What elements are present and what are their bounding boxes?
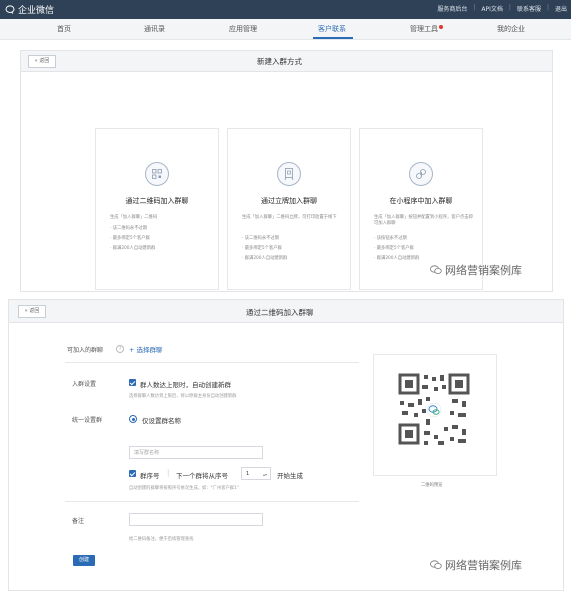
seq-number-input[interactable]: 1 ▴▾ (241, 467, 271, 480)
back-button[interactable]: « 返回 (18, 305, 46, 318)
card-bullet: · 该二维码永不过期 (110, 226, 148, 231)
divider: | (167, 469, 170, 477)
divider: | (546, 4, 549, 11)
page-title: 通过二维码加入群聊 (246, 308, 314, 317)
qr-preview-box (373, 354, 497, 476)
seq-hint: 自动创建的群聊将按照序号依次生成，如："广州客户群1" (129, 486, 239, 491)
link-logout[interactable]: 退出 (555, 4, 567, 13)
option-card-standee[interactable]: 通过立牌加入群聊 生成「加入群聊」二维码立牌，可打印放置于线下 · 该二维码永不… (227, 128, 351, 290)
miniprogram-icon (409, 162, 433, 186)
group-name-input[interactable]: 填写群名称 (129, 446, 263, 459)
watermark: 网络营销案例库 (430, 557, 522, 573)
help-icon[interactable]: ? (116, 345, 124, 353)
qr-caption: 二维码预览 (421, 483, 443, 488)
seq-start-label: 开始生成 (277, 472, 303, 480)
watermark: 网络营销案例库 (430, 262, 522, 278)
link-contact-support[interactable]: 联系客服 (517, 4, 541, 13)
nav-customer-contact[interactable]: 客户联系 (318, 24, 346, 34)
remark-label: 备注 (72, 518, 85, 525)
divider (65, 362, 359, 363)
seq-label: 群序号 (140, 472, 160, 480)
top-bar: 企业微信 服务商后台 | API文档 | 联系客服 | 退出 (0, 0, 571, 19)
nav-home[interactable]: 首页 (57, 24, 71, 34)
only-name-label: 仅设置群名称 (142, 417, 181, 425)
stepper-arrows-icon[interactable]: ▴▾ (263, 468, 267, 481)
card-title: 通过二维码加入群聊 (125, 197, 189, 205)
new-join-method-panel: « 返回 新建入群方式 通过二维码加入群聊 生成「加入群聊」二维码 · 该二维码… (20, 50, 553, 292)
watermark-text: 网络营销案例库 (445, 264, 522, 277)
wecom-logo-icon (5, 5, 15, 14)
card-bullet: · 最多绑定5个客户群 (242, 246, 282, 251)
join-setting-label: 入群设置 (72, 381, 97, 388)
nav-apps[interactable]: 应用管理 (229, 24, 257, 34)
notification-dot (439, 25, 443, 29)
top-links: 服务商后台 | API文档 | 联系客服 | 退出 (437, 4, 567, 13)
card-desc: 生成「加入群聊」按钮并配置到小程序，客户点击即可加入群聊 (374, 215, 473, 227)
divider: | (508, 4, 511, 11)
create-button[interactable]: 创建 (73, 555, 95, 566)
auto-create-label: 群人数达上限时，自动创建新群 (140, 381, 231, 389)
unify-setting-label: 统一设置群 (72, 417, 103, 424)
card-bullet: · 群满200人自动建新群 (374, 256, 420, 261)
standee-icon (277, 162, 301, 186)
remark-input[interactable] (129, 513, 263, 526)
card-bullet: · 群满200人自动建新群 (110, 246, 156, 251)
card-title: 在小程序中加入群聊 (389, 197, 453, 205)
link-api-docs[interactable]: API文档 (481, 4, 503, 13)
panel-header: « 返回 新建入群方式 (21, 51, 552, 72)
divider (65, 501, 359, 502)
logo[interactable]: 企业微信 (5, 3, 54, 16)
seq-number-value: 1 (246, 471, 250, 477)
card-bullet: · 群满200人自动建新群 (242, 256, 288, 261)
back-button[interactable]: « 返回 (28, 55, 56, 68)
link-service-backend[interactable]: 服务商后台 (437, 4, 467, 13)
card-bullet: · 该二维码永不过期 (242, 236, 280, 241)
card-desc: 生成「加入群聊」二维码立牌，可打印放置于线下 (242, 215, 337, 220)
group-label: 可加入的群聊 (67, 347, 104, 354)
card-title: 通过立牌加入群聊 (261, 197, 317, 205)
seq-checkbox[interactable] (129, 470, 136, 477)
auto-create-checkbox[interactable] (129, 379, 136, 386)
card-desc: 生成「加入群聊」二维码 (110, 215, 158, 220)
remark-hint: 给二维码备注，便于后续管理查找 (129, 537, 194, 542)
nav-my-company[interactable]: 我的企业 (497, 24, 525, 34)
wechat-icon (430, 560, 442, 569)
divider: | (473, 4, 476, 11)
next-seq-label: 下一个群将从序号 (176, 472, 228, 480)
main-nav: 首页 通讯录 应用管理 客户联系 管理工具 我的企业 (0, 19, 571, 40)
qrcode-preview (398, 373, 470, 445)
logo-text: 企业微信 (18, 6, 55, 16)
card-bullet: · 最多绑定5个客户群 (374, 246, 414, 251)
only-name-radio[interactable] (129, 415, 137, 423)
watermark-text: 网络营销案例库 (445, 559, 522, 572)
nav-contacts[interactable]: 通讯录 (144, 24, 165, 34)
card-bullet: · 该按钮永不过期 (374, 236, 407, 241)
nav-management-tools[interactable]: 管理工具 (410, 24, 438, 34)
wechat-icon (430, 265, 442, 274)
card-bullet: · 最多绑定5个客户群 (110, 236, 150, 241)
qrcode-icon (145, 162, 169, 186)
active-tab-indicator (313, 37, 353, 39)
qrcode-join-form-panel: « 返回 通过二维码加入群聊 可加入的群聊 ? + 选择群聊 入群设置 群人数达… (8, 299, 564, 591)
auto-create-hint: 选择群聊人数达到上限后，将以原群主身份自动创建新群 (129, 394, 237, 399)
page-title: 新建入群方式 (257, 57, 302, 66)
choose-group-link[interactable]: + 选择群聊 (129, 344, 163, 354)
panel-header: « 返回 通过二维码加入群聊 (9, 300, 563, 323)
option-card-qrcode[interactable]: 通过二维码加入群聊 生成「加入群聊」二维码 · 该二维码永不过期 · 最多绑定5… (95, 128, 219, 290)
